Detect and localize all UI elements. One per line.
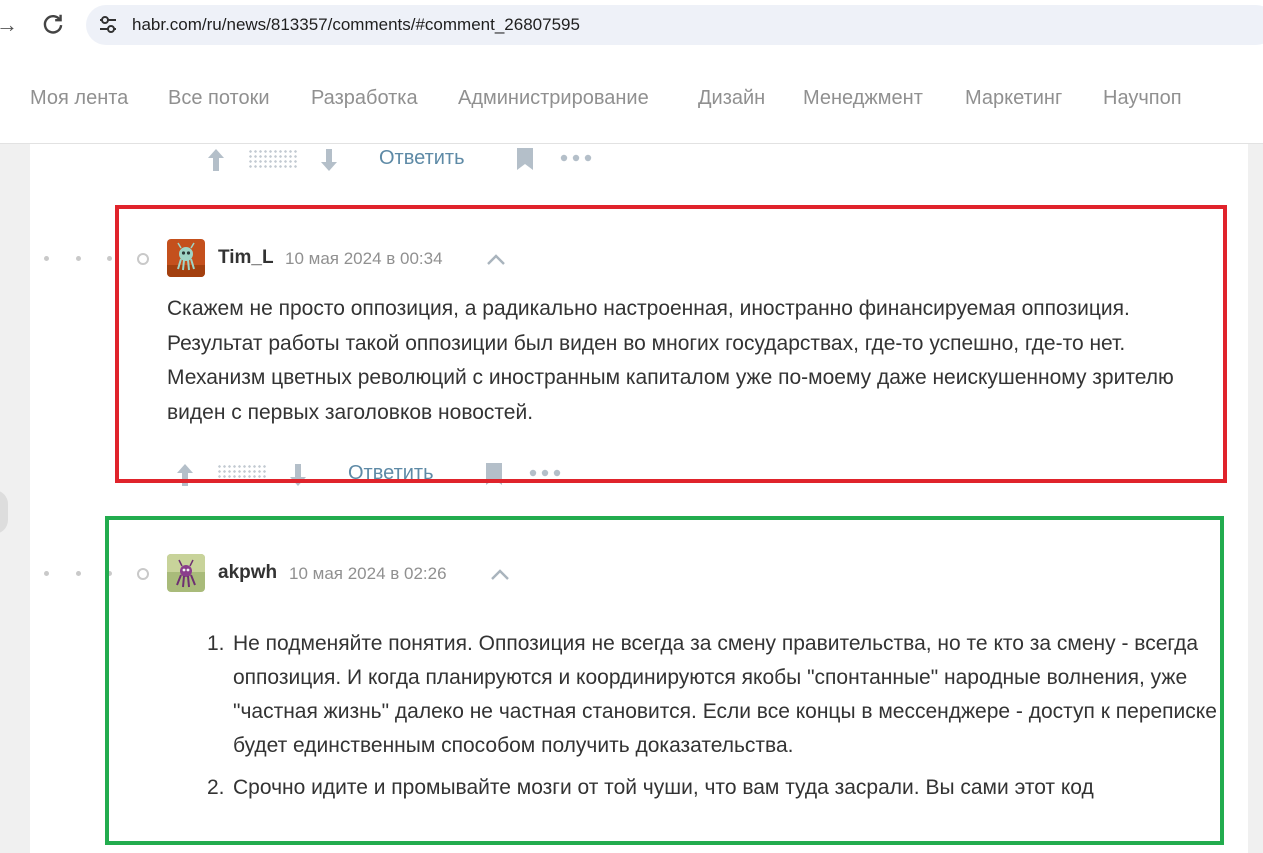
browser-toolbar: → habr.com/ru/news/813357/comments/#comm… <box>0 0 1263 52</box>
site-navigation: Моя лента Все потоки Разработка Админист… <box>0 52 1263 144</box>
nav-item-management[interactable]: Менеджмент <box>803 87 923 110</box>
more-icon[interactable] <box>560 150 592 166</box>
url-text[interactable]: habr.com/ru/news/813357/comments/#commen… <box>132 15 580 35</box>
nav-item-design[interactable]: Дизайн <box>698 87 765 110</box>
nav-item-all-streams[interactable]: Все потоки <box>168 87 270 110</box>
reply-link[interactable]: Ответить <box>379 147 465 170</box>
address-bar[interactable]: habr.com/ru/news/813357/comments/#commen… <box>86 5 1263 45</box>
bookmark-icon[interactable] <box>515 147 535 171</box>
nav-item-administration[interactable]: Администрирование <box>458 87 649 110</box>
rating-hidden <box>248 149 298 169</box>
nav-item-popsci[interactable]: Научпоп <box>1103 87 1182 110</box>
vote-up-icon[interactable] <box>205 147 227 173</box>
vote-down-icon[interactable] <box>318 147 340 173</box>
reload-icon[interactable] <box>40 11 66 37</box>
site-info-icon[interactable] <box>98 16 118 34</box>
nav-item-marketing[interactable]: Маркетинг <box>965 87 1062 110</box>
forward-arrow-icon[interactable]: → <box>0 12 18 38</box>
nav-item-development[interactable]: Разработка <box>311 87 418 110</box>
comment-actions-previous: Ответить <box>205 145 605 175</box>
scroll-handle[interactable] <box>0 490 8 534</box>
highlight-box-green <box>105 516 1224 845</box>
highlight-box-red <box>115 205 1227 483</box>
nav-item-my-feed[interactable]: Моя лента <box>30 87 128 110</box>
